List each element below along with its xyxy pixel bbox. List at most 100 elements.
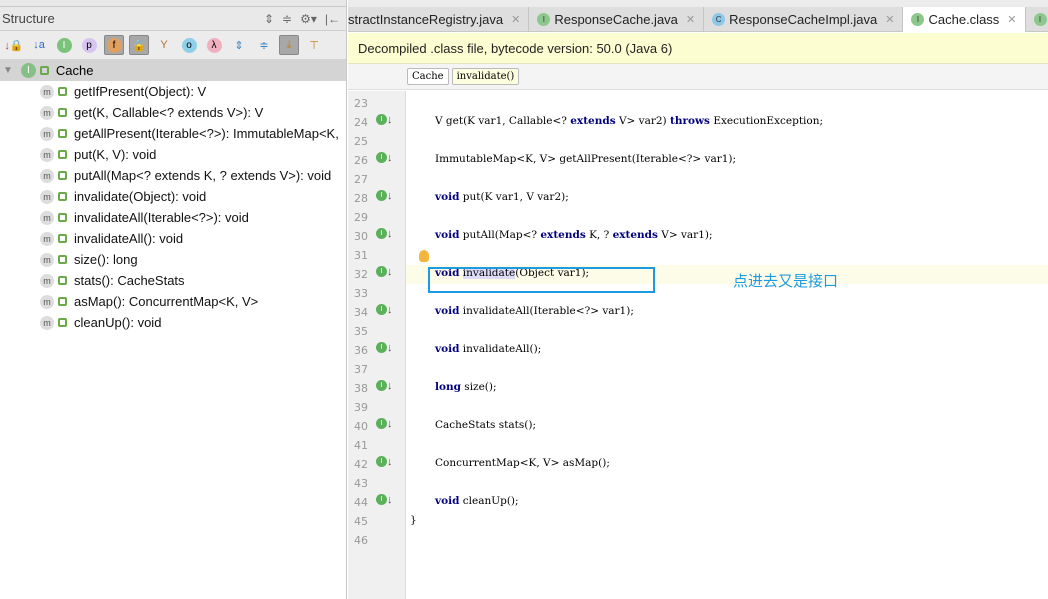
structure-item[interactable]: m putAll(Map<? extends K, ? extends V>): … bbox=[0, 165, 346, 186]
public-icon bbox=[58, 297, 67, 306]
implemented-icon[interactable]: I bbox=[376, 456, 387, 467]
autoscroll-from-source-icon[interactable]: ⊤ bbox=[304, 35, 324, 55]
item-label: getAllPresent(Iterable<?>): ImmutableMap… bbox=[74, 126, 339, 141]
show-anonymous-icon[interactable]: Y bbox=[154, 35, 174, 55]
structure-item[interactable]: m invalidateAll(Iterable<?>): void bbox=[0, 207, 346, 228]
public-icon bbox=[58, 192, 67, 201]
structure-item[interactable]: m invalidateAll(): void bbox=[0, 228, 346, 249]
structure-item[interactable]: m size(): long bbox=[0, 249, 346, 270]
breadcrumb-invalidate[interactable]: invalidate() bbox=[451, 68, 520, 85]
structure-toolbar: ↓🔒 ↓a I p f 🔒 Y o λ ⇕ ≑ ⤓ ⊤ bbox=[0, 31, 346, 60]
code-token: void bbox=[435, 495, 460, 507]
hide-panel-icon[interactable]: |← bbox=[325, 12, 340, 26]
breadcrumb-cache[interactable]: Cache bbox=[407, 68, 449, 85]
tab-label: Cache.class bbox=[928, 12, 1000, 27]
gear-icon[interactable]: ⚙▾ bbox=[300, 12, 317, 26]
arrow-down-icon: ↓ bbox=[387, 228, 393, 240]
code-line: } bbox=[410, 514, 417, 526]
interface-icon: I bbox=[1033, 13, 1047, 26]
line-number: 38 bbox=[354, 382, 368, 395]
lightbulb-icon[interactable] bbox=[419, 250, 429, 262]
tab-responsecache-java[interactable]: I ResponseCache.java ✕ bbox=[529, 7, 705, 32]
structure-item[interactable]: m getIfPresent(Object): V bbox=[0, 81, 346, 102]
line-number: 25 bbox=[354, 135, 368, 148]
implemented-icon[interactable]: I bbox=[376, 418, 387, 429]
sort-alpha-icon[interactable]: ↓a bbox=[29, 35, 49, 55]
tab-label: stractInstanceRegistry.java bbox=[348, 12, 504, 27]
show-inherited-icon[interactable]: I bbox=[54, 35, 74, 55]
structure-item[interactable]: m cleanUp(): void bbox=[0, 312, 346, 333]
code-line: void invalidateAll(Iterable<?> var1); bbox=[435, 305, 634, 317]
close-icon[interactable]: ✕ bbox=[686, 13, 695, 26]
autoscroll-to-source-icon[interactable]: ⤓ bbox=[279, 35, 299, 55]
implemented-icon[interactable]: I bbox=[376, 190, 387, 201]
code-token: K, ? bbox=[585, 229, 613, 241]
implemented-icon[interactable]: I bbox=[376, 114, 387, 125]
implemented-icon[interactable]: I bbox=[376, 342, 387, 353]
code-token: V get(K var1, Callable<? bbox=[435, 115, 571, 127]
code-editor[interactable]: 23 24 I ↓ 25 26 I ↓ 27 28 I ↓ 29 30 I ↓ 31 32 I ↓ 33 34 I ↓ 35 36… bbox=[348, 91, 1048, 599]
expand-all-icon[interactable]: ⇕ bbox=[264, 12, 274, 26]
arrow-down-icon: ↓ bbox=[387, 266, 393, 278]
code-token: ImmutableMap<K, V> getAllPresent(Iterabl… bbox=[435, 153, 737, 165]
structure-item[interactable]: m stats(): CacheStats bbox=[0, 270, 346, 291]
tree-root-cache[interactable]: ▼ I Cache bbox=[0, 60, 346, 81]
implemented-icon[interactable]: I bbox=[376, 228, 387, 239]
show-fields-icon[interactable]: f bbox=[104, 35, 124, 55]
structure-item[interactable]: m get(K, Callable<? extends V>): V bbox=[0, 102, 346, 123]
structure-item[interactable]: m asMap(): ConcurrentMap<K, V> bbox=[0, 291, 346, 312]
collapse-all-icon[interactable]: ≑ bbox=[282, 12, 292, 26]
method-icon: m bbox=[40, 252, 54, 267]
structure-item[interactable]: m put(K, V): void bbox=[0, 144, 346, 165]
structure-panel: Structure ⇕ ≑ ⚙▾ |← ↓🔒 ↓a I p f 🔒 Y o λ … bbox=[0, 0, 347, 599]
structure-item[interactable]: m getAllPresent(Iterable<?>): ImmutableMa… bbox=[0, 123, 346, 144]
show-properties-icon[interactable]: p bbox=[79, 35, 99, 55]
code-token: ExecutionException; bbox=[709, 115, 824, 127]
line-number: 29 bbox=[354, 211, 368, 224]
method-icon: m bbox=[40, 315, 54, 330]
sort-visibility-icon[interactable]: ↓🔒 bbox=[4, 35, 24, 55]
code-line: void put(K var1, V var2); bbox=[435, 191, 569, 203]
breadcrumb: Cache invalidate() bbox=[348, 64, 1048, 90]
implemented-icon[interactable]: I bbox=[376, 152, 387, 163]
implemented-icon[interactable]: I bbox=[376, 380, 387, 391]
expand-arrow-icon[interactable]: ▼ bbox=[3, 65, 13, 76]
item-label: cleanUp(): void bbox=[74, 315, 162, 330]
public-icon bbox=[58, 234, 67, 243]
implemented-icon[interactable]: I bbox=[376, 304, 387, 315]
arrow-down-icon: ↓ bbox=[387, 418, 393, 430]
public-icon bbox=[58, 255, 67, 264]
code-token: putAll(Map<? bbox=[459, 229, 541, 241]
implemented-icon[interactable]: I bbox=[376, 266, 387, 277]
arrow-down-icon: ↓ bbox=[387, 342, 393, 354]
implemented-icon[interactable]: I bbox=[376, 494, 387, 505]
banner-text: Decompiled .class file, bytecode version… bbox=[358, 40, 673, 56]
arrow-down-icon: ↓ bbox=[387, 190, 393, 202]
line-number: 30 bbox=[354, 230, 368, 243]
tab-stractinstanceregistry-java[interactable]: stractInstanceRegistry.java ✕ bbox=[348, 7, 530, 32]
show-non-public-icon[interactable]: 🔒 bbox=[129, 35, 149, 55]
line-number: 41 bbox=[354, 439, 368, 452]
structure-item[interactable]: m invalidate(Object): void bbox=[0, 186, 346, 207]
tab-loa[interactable]: ILoa bbox=[1026, 7, 1048, 32]
method-icon: m bbox=[40, 294, 54, 309]
method-icon: m bbox=[40, 84, 54, 99]
public-icon bbox=[58, 87, 67, 96]
collapse-icon[interactable]: ≑ bbox=[254, 35, 274, 55]
line-number: 23 bbox=[354, 97, 368, 110]
method-icon: m bbox=[40, 105, 54, 120]
tab-cache-class[interactable]: I Cache.class ✕ bbox=[903, 7, 1026, 32]
annotation-text: 点进去又是接口 bbox=[733, 273, 839, 290]
close-icon[interactable]: ✕ bbox=[1007, 13, 1016, 26]
method-icon: m bbox=[40, 273, 54, 288]
show-classes-icon[interactable]: o bbox=[179, 35, 199, 55]
show-lambdas-icon[interactable]: λ bbox=[204, 35, 224, 55]
item-label: size(): long bbox=[74, 252, 138, 267]
expand-icon[interactable]: ⇕ bbox=[229, 35, 249, 55]
line-number: 27 bbox=[354, 173, 368, 186]
close-icon[interactable]: ✕ bbox=[885, 13, 894, 26]
line-number: 36 bbox=[354, 344, 368, 357]
arrow-down-icon: ↓ bbox=[387, 152, 393, 164]
close-icon[interactable]: ✕ bbox=[511, 13, 520, 26]
tab-responsecacheimpl-java[interactable]: C ResponseCacheImpl.java ✕ bbox=[704, 7, 904, 32]
